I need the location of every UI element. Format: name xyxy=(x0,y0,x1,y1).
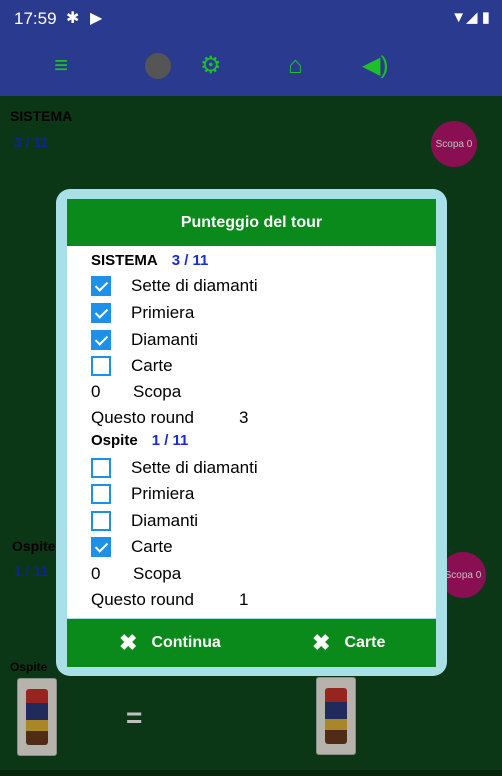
checkbox-ospite-carte xyxy=(91,537,111,557)
record-dot[interactable] xyxy=(145,53,171,79)
sistema-row-primiera: Primiera xyxy=(91,301,194,325)
row-label: Primiera xyxy=(131,484,195,503)
sistema-row-round: Questo round 3 xyxy=(91,406,248,430)
status-time: 17:59 xyxy=(14,9,57,28)
menu-icon[interactable]: ≡ xyxy=(54,52,68,80)
cards-button-label: Carte xyxy=(344,634,386,651)
ospite-row-scopa: 0 Scopa xyxy=(91,562,181,586)
ospite-row-round: Questo round 1 xyxy=(91,588,248,612)
ospite-row-primiera: Primiera xyxy=(91,482,194,506)
row-label: Sette di diamanti xyxy=(131,276,258,295)
continue-button-label: Continua xyxy=(151,634,221,651)
row-label: Primiera xyxy=(131,303,195,322)
section-ospite-count: 1 / 11 xyxy=(151,432,189,449)
round-value: 1 xyxy=(239,590,249,609)
signal-battery-icons: ▼◢ ▮ xyxy=(451,9,490,26)
checkbox-ospite-diamanti xyxy=(91,511,111,531)
ospite-row-diamanti: Diamanti xyxy=(91,509,198,533)
settings-gear-status-icon: ✱ xyxy=(66,10,80,27)
section-sistema-count: 3 / 11 xyxy=(171,252,209,269)
section-sistema-name: SISTEMA xyxy=(91,252,158,269)
status-bar: 17:59 ✱ ▶ ▼◢ ▮ xyxy=(0,0,502,38)
row-label: Carte xyxy=(131,537,173,556)
sistema-row-diamanti: Diamanti xyxy=(91,328,198,352)
score-dialog: Punteggio del tour SISTEMA 3 / 11 Sette d… xyxy=(56,189,447,676)
scopa-label: Scopa xyxy=(133,564,182,583)
checkbox-ospite-primiera xyxy=(91,484,111,504)
continue-button[interactable]: ✖ Continua xyxy=(119,619,221,667)
section-sistema: SISTEMA 3 / 11 xyxy=(91,252,208,269)
row-label: Diamanti xyxy=(131,330,199,349)
close-icon: ✖ xyxy=(119,630,138,655)
sistema-row-carte: Carte xyxy=(91,354,173,378)
close-icon: ✖ xyxy=(312,630,331,655)
row-label: Sette di diamanti xyxy=(131,458,258,477)
dialog-title: Punteggio del tour xyxy=(67,199,436,246)
scopa-label: Scopa xyxy=(133,382,182,401)
section-ospite: Ospite 1 / 11 xyxy=(91,432,188,449)
row-label: Carte xyxy=(131,356,173,375)
section-ospite-name: Ospite xyxy=(91,432,138,449)
checkbox-sistema-carte xyxy=(91,356,111,376)
scopa-value: 0 xyxy=(91,564,101,583)
cards-button[interactable]: ✖ Carte xyxy=(312,619,385,667)
round-label: Questo round xyxy=(91,590,195,609)
checkbox-ospite-sette xyxy=(91,458,111,478)
dialog-footer: ✖ Continua ✖ Carte xyxy=(67,619,436,667)
round-value: 3 xyxy=(239,408,249,427)
ospite-row-sette: Sette di diamanti xyxy=(91,456,258,480)
round-label: Questo round xyxy=(91,408,195,427)
ospite-row-carte: Carte xyxy=(91,535,173,559)
gears-icon[interactable]: ⚙ xyxy=(200,52,222,80)
app-toolbar: ≡ ⚙ ⌂ ◀) xyxy=(0,38,502,96)
checkbox-sistema-diamanti xyxy=(91,330,111,350)
volume-icon[interactable]: ◀) xyxy=(362,52,388,80)
sistema-row-sette: Sette di diamanti xyxy=(91,274,258,298)
sistema-row-scopa: 0 Scopa xyxy=(91,380,181,404)
checkbox-sistema-sette xyxy=(91,276,111,296)
home-icon[interactable]: ⌂ xyxy=(288,52,303,80)
row-label: Diamanti xyxy=(131,511,199,530)
dialog-body: SISTEMA 3 / 11 Sette di diamanti Primiera… xyxy=(67,246,436,618)
checkbox-sistema-primiera xyxy=(91,303,111,323)
scopa-value: 0 xyxy=(91,382,101,401)
play-store-icon: ▶ xyxy=(90,10,103,27)
